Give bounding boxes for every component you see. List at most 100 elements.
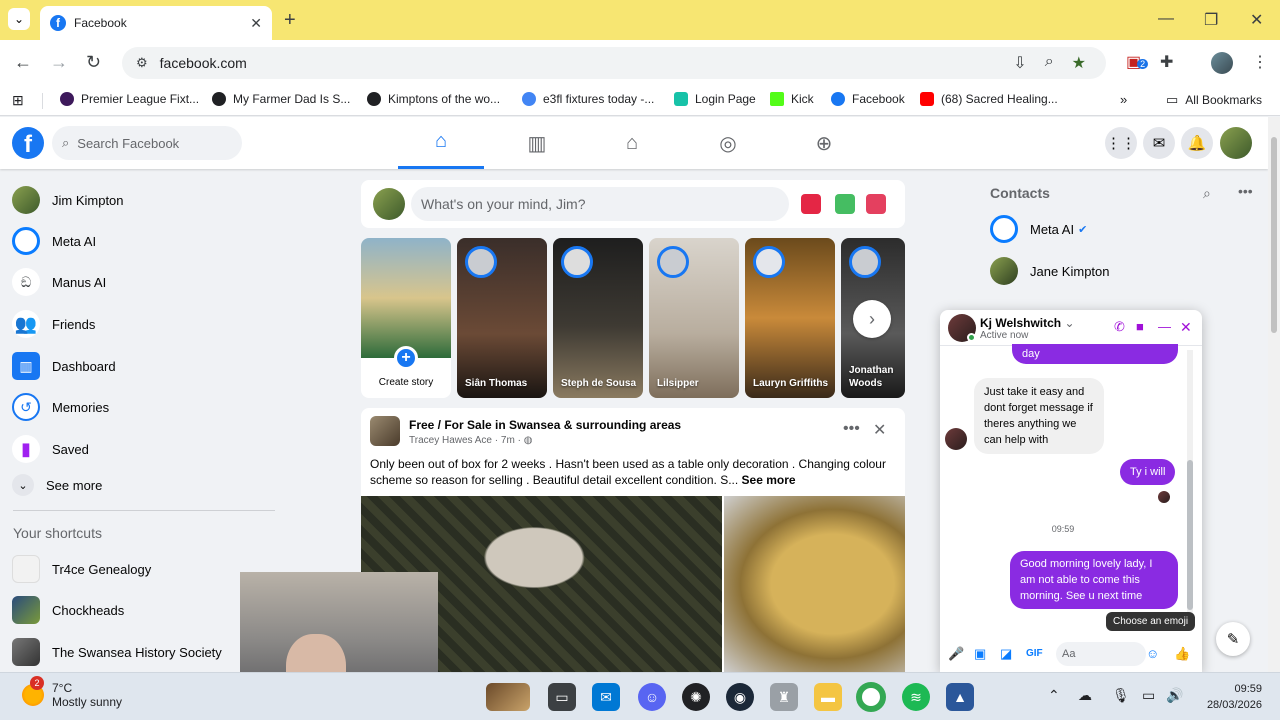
discord-icon[interactable]: ☺ [638, 683, 666, 711]
browser-tab[interactable]: f Facebook ✕ [40, 6, 272, 40]
microphone-tray-icon[interactable]: 🎙 [1112, 687, 1130, 704]
onedrive-icon[interactable]: ☁ [1078, 687, 1092, 704]
composer-input[interactable]: What's on your mind, Jim? [411, 187, 789, 221]
all-bookmarks[interactable]: ▭ All Bookmarks [1166, 92, 1262, 108]
photo-video-icon[interactable] [835, 194, 855, 214]
taskbar-app-game[interactable]: ♜ [770, 683, 798, 711]
close-window-button[interactable]: ✕ [1250, 10, 1263, 30]
file-explorer-icon[interactable]: ▬ [814, 683, 842, 711]
notifications-button[interactable]: 🔔 [1181, 127, 1213, 159]
bookmark-star-icon[interactable]: ★ [1072, 53, 1086, 73]
taskbar-clock[interactable]: 09:59 28/03/2026 [1200, 681, 1262, 713]
weather-widget[interactable]: 2 7°C Mostly sunny [22, 676, 122, 709]
sidebar-item-friends[interactable]: 👥 Friends [12, 310, 95, 338]
page-scroll-thumb[interactable] [1271, 137, 1277, 333]
story-card[interactable]: Lilsipper [649, 238, 739, 398]
tab-search-button[interactable]: ⌄ [8, 8, 30, 30]
post-group-name[interactable]: Free / For Sale in Swansea & surrounding… [409, 418, 681, 432]
microphone-icon[interactable]: 🎤 [948, 646, 964, 662]
bookmark-login-page[interactable]: Login Page [674, 92, 756, 106]
contact-jane-kimpton[interactable]: Jane Kimpton [990, 257, 1110, 285]
volume-icon[interactable]: 🔊 [1166, 687, 1183, 704]
sidebar-item-manus-ai[interactable]: ඞ Manus AI [12, 268, 106, 296]
bookmark-sacred-healing[interactable]: (68) Sacred Healing... [920, 92, 1058, 106]
page-scrollbar[interactable] [1268, 117, 1280, 672]
sidebar-item-profile[interactable]: Jim Kimpton [12, 186, 124, 214]
group-avatar[interactable] [370, 416, 400, 446]
shortcut-swansea-history[interactable]: The Swansea History Society [12, 638, 222, 666]
story-card[interactable]: Steph de Sousa [553, 238, 643, 398]
outlook-icon[interactable]: ✉ [592, 683, 620, 711]
emoji-icon[interactable]: ☺ [1146, 646, 1159, 661]
minimize-button[interactable]: — [1158, 10, 1174, 28]
search-input[interactable]: ⌕ Search Facebook [52, 126, 242, 160]
install-app-icon[interactable]: ⇩ [1013, 53, 1026, 73]
sidebar-item-see-more[interactable]: ⌄ See more [12, 474, 102, 496]
restore-button[interactable]: ❐ [1204, 10, 1218, 30]
post-time[interactable]: 7m [501, 435, 515, 446]
messenger-button[interactable]: ✉ [1143, 127, 1175, 159]
reel-icon[interactable] [866, 194, 886, 214]
chat-header[interactable]: Kj Welshwitch ⌄ Active now ✆ ■ — ✕ [940, 310, 1202, 346]
create-story-card[interactable]: + Create story [361, 238, 451, 398]
minimize-chat-icon[interactable]: — [1158, 319, 1171, 334]
new-message-button[interactable]: ✎ [1216, 622, 1250, 656]
message-input[interactable]: Aa [1056, 642, 1146, 666]
video-call-icon[interactable]: ■ [1136, 319, 1144, 334]
more-bookmarks-chevron-icon[interactable]: » [1120, 92, 1127, 107]
tab-home[interactable]: ⌂ [398, 117, 484, 169]
network-icon[interactable]: ▭ [1142, 687, 1155, 704]
sidebar-item-dashboard[interactable]: ▥ Dashboard [12, 352, 116, 380]
bookmark-premier-league[interactable]: Premier League Fixt... [60, 92, 199, 106]
stories-next-button[interactable]: › [853, 300, 891, 338]
story-card[interactable]: Lauryn Griffiths [745, 238, 835, 398]
live-video-icon[interactable] [801, 194, 821, 214]
bookmark-facebook[interactable]: Facebook [831, 92, 905, 106]
taskbar-app-blue[interactable]: ▲ [946, 683, 974, 711]
see-more-link[interactable]: See more [742, 473, 796, 487]
bookmark-kimptons[interactable]: Kimptons of the wo... [367, 92, 500, 106]
browser-menu-icon[interactable]: ⋮ [1252, 52, 1268, 72]
close-chat-icon[interactable]: ✕ [1180, 319, 1192, 336]
facebook-logo-icon[interactable]: f [12, 127, 44, 159]
tab-gaming[interactable]: ⊕ [781, 117, 867, 169]
chat-name[interactable]: Kj Welshwitch ⌄ [980, 316, 1075, 330]
bookmark-e3fl[interactable]: e3fl fixtures today -... [522, 92, 654, 106]
extension-icon[interactable]: ▣2 [1126, 52, 1149, 72]
contact-meta-ai[interactable]: Meta AI ✔ [990, 215, 1087, 243]
profile-avatar[interactable] [1211, 52, 1233, 79]
taskbar-app-photo[interactable] [486, 683, 530, 711]
chatgpt-icon[interactable]: ✺ [682, 683, 710, 711]
tray-overflow-icon[interactable]: ⌃ [1048, 687, 1060, 704]
sidebar-item-meta-ai[interactable]: Meta AI [12, 227, 96, 255]
site-info-icon[interactable]: ⚙ [136, 55, 148, 71]
tab-groups[interactable]: ◎ [685, 117, 771, 169]
contacts-options-icon[interactable]: ••• [1238, 183, 1253, 199]
sidebar-item-memories[interactable]: ↺ Memories [12, 393, 109, 421]
spotify-icon[interactable]: ≋ [902, 683, 930, 711]
post-photo[interactable] [724, 496, 905, 672]
back-button[interactable]: ← [14, 52, 32, 73]
phone-call-icon[interactable]: ✆ [1114, 319, 1125, 335]
apps-grid-icon[interactable]: ⊞ [12, 92, 24, 109]
thumbs-up-icon[interactable]: 👍 [1174, 646, 1190, 662]
sticker-icon[interactable]: ◪ [1000, 646, 1012, 662]
tab-marketplace[interactable]: ⌂ [589, 117, 675, 169]
bookmark-kick[interactable]: Kick [770, 92, 814, 106]
close-tab-icon[interactable]: ✕ [250, 15, 262, 32]
account-avatar[interactable] [1220, 127, 1252, 159]
post-author[interactable]: Tracey Hawes Ace [409, 435, 492, 446]
post-options-icon[interactable]: ••• [843, 420, 860, 438]
attach-photo-icon[interactable]: ▣ [974, 646, 986, 662]
sidebar-item-saved[interactable]: ▮ Saved [12, 435, 89, 463]
bookmark-farmer-dad[interactable]: My Farmer Dad Is S... [212, 92, 350, 106]
steam-icon[interactable]: ◉ [726, 683, 754, 711]
extensions-puzzle-icon[interactable]: ✚ [1160, 52, 1173, 72]
new-tab-button[interactable]: + [284, 9, 296, 32]
chat-scrollbar[interactable] [1187, 350, 1193, 630]
zoom-icon[interactable]: ⌕ [1045, 53, 1054, 73]
taskbar-app-files[interactable]: ▭ [548, 683, 576, 711]
shortcut-chockheads[interactable]: Chockheads [12, 596, 124, 624]
menu-grid-button[interactable]: ⋮⋮ [1105, 127, 1137, 159]
chat-scroll-thumb[interactable] [1187, 460, 1193, 610]
